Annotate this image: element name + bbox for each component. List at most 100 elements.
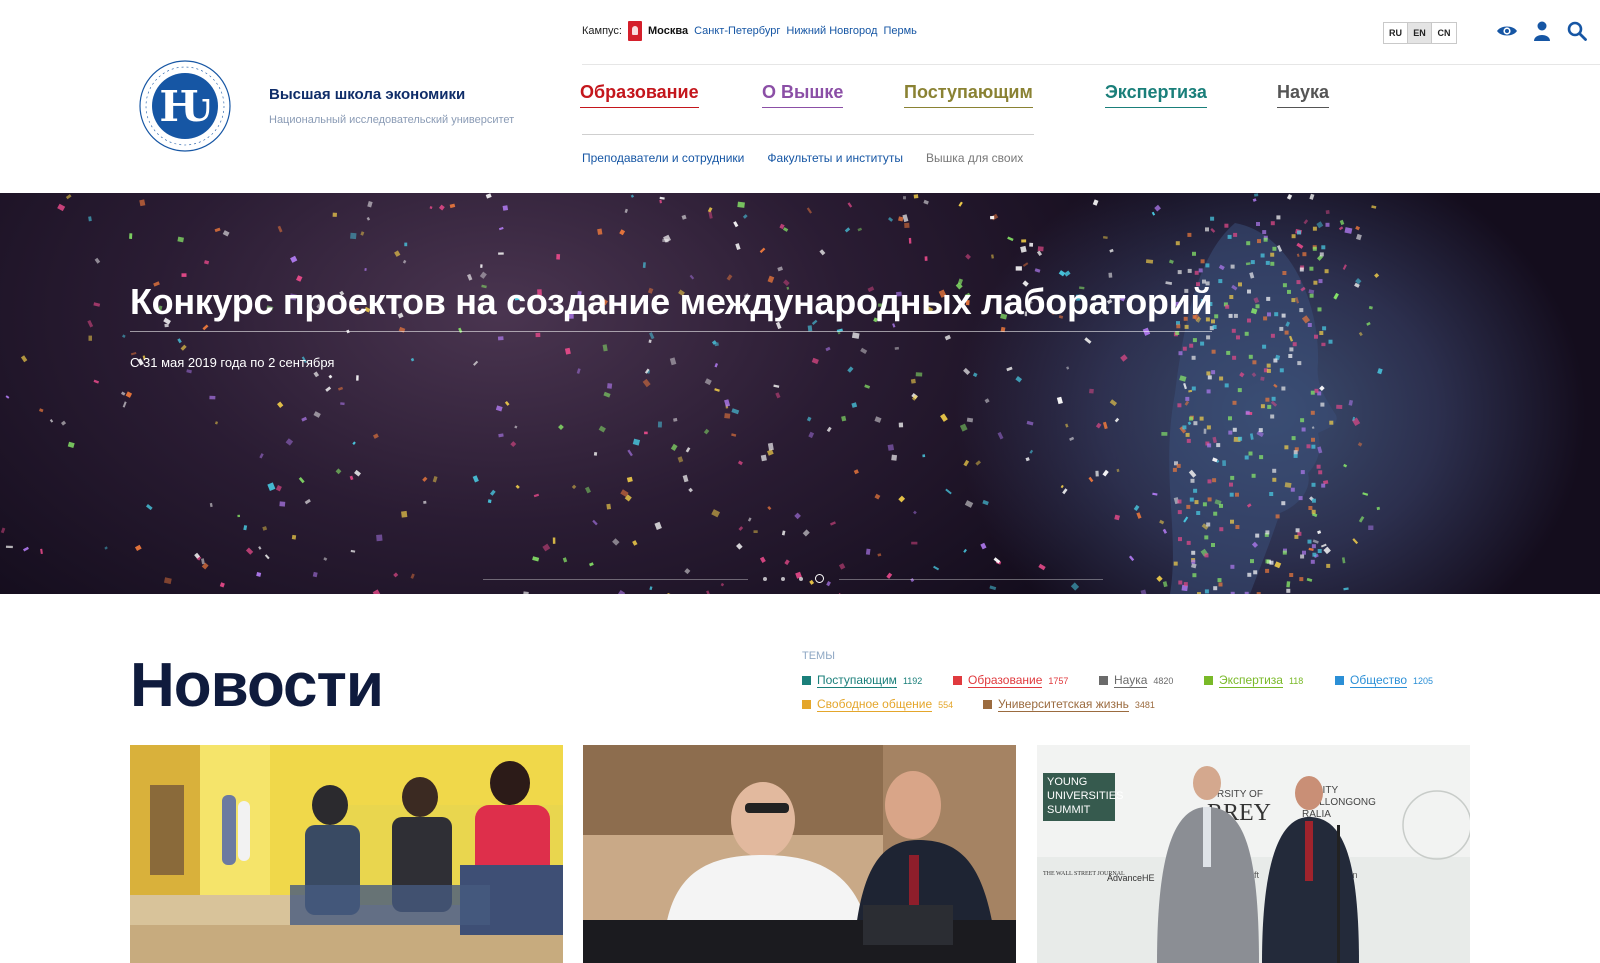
nav-applicants[interactable]: Поступающим xyxy=(904,82,1033,108)
confetti-piece xyxy=(819,249,826,256)
nav-science[interactable]: Наука xyxy=(1277,82,1330,108)
face-mosaic-piece xyxy=(1256,222,1260,226)
face-mosaic-piece xyxy=(1226,350,1231,355)
confetti-piece xyxy=(688,487,693,493)
news-card-image-summit[interactable]: YOUNG UNIVERSITIES SUMMIT RSITY OF RREY … xyxy=(1037,745,1470,963)
slider-dot-active[interactable] xyxy=(815,574,824,583)
face-mosaic-piece xyxy=(1250,559,1254,564)
face-mosaic-piece xyxy=(1191,559,1196,564)
face-mosaic-piece xyxy=(1233,232,1238,237)
face-mosaic-piece xyxy=(1311,498,1316,503)
brand-subtitle: Национальный исследовательский университ… xyxy=(269,114,515,126)
hse-logo[interactable]: Ƕ xyxy=(138,54,232,158)
nav-about[interactable]: О Вышке xyxy=(762,82,844,108)
face-mosaic-piece xyxy=(1247,289,1251,294)
hero-banner[interactable]: Конкурс проектов на создание международн… xyxy=(0,193,1600,594)
confetti-piece xyxy=(177,338,182,344)
campus-link-perm[interactable]: Пермь xyxy=(883,25,916,37)
theme-education[interactable]: Образование 1757 xyxy=(953,673,1068,688)
news-card-image-meeting[interactable] xyxy=(583,745,1016,963)
confetti-piece xyxy=(1145,259,1154,264)
face-mosaic-piece xyxy=(1199,416,1204,421)
face-mosaic-piece xyxy=(1284,445,1289,450)
face-mosaic-piece xyxy=(1317,549,1322,553)
nav-expertise[interactable]: Экспертиза xyxy=(1105,82,1207,108)
nav-divider xyxy=(582,134,1034,135)
confetti-piece xyxy=(497,336,504,341)
nav-education[interactable]: Образование xyxy=(580,82,699,108)
lang-ru[interactable]: RU xyxy=(1384,23,1408,43)
lang-cn[interactable]: CN xyxy=(1432,23,1456,43)
theme-applicants[interactable]: Поступающим 1192 xyxy=(802,673,922,688)
confetti-piece xyxy=(473,360,479,366)
slider-dot[interactable] xyxy=(799,577,803,581)
face-mosaic-piece xyxy=(1182,425,1187,430)
lang-en[interactable]: EN xyxy=(1408,23,1432,43)
theme-expertise[interactable]: Экспертиза 118 xyxy=(1204,673,1303,688)
confetti-piece xyxy=(337,386,344,391)
face-mosaic-piece xyxy=(1281,501,1286,506)
confetti-piece xyxy=(617,590,626,594)
confetti-piece xyxy=(1362,492,1369,496)
campus-link-spb[interactable]: Санкт-Петербург xyxy=(694,25,780,37)
confetti-piece xyxy=(874,493,881,500)
confetti-piece xyxy=(449,203,456,209)
confetti-piece xyxy=(1102,421,1108,430)
confetti-piece xyxy=(556,253,561,260)
confetti-piece xyxy=(997,431,1004,440)
subnav-insiders[interactable]: Вышка для своих xyxy=(926,151,1023,165)
confetti-piece xyxy=(1109,248,1114,253)
confetti-piece xyxy=(1151,211,1156,216)
banner-title[interactable]: Конкурс проектов на создание международн… xyxy=(130,281,1213,332)
theme-society[interactable]: Общество 1205 xyxy=(1335,673,1433,688)
news-heading: Новости xyxy=(130,651,384,720)
theme-science[interactable]: Наука 4820 xyxy=(1099,673,1173,688)
confetti-piece xyxy=(737,460,743,466)
confetti-piece xyxy=(504,400,510,406)
theme-university-life[interactable]: Университетская жизнь 3481 xyxy=(983,697,1155,712)
face-mosaic-piece xyxy=(1251,473,1256,478)
confetti-piece xyxy=(328,374,333,379)
confetti-piece xyxy=(323,557,328,561)
slider-dot[interactable] xyxy=(763,577,767,581)
confetti-piece xyxy=(264,554,270,560)
slider-dot[interactable] xyxy=(781,577,785,581)
confetti-piece xyxy=(913,194,919,199)
confetti-piece xyxy=(1254,193,1259,197)
confetti-piece xyxy=(564,347,571,355)
confetti-piece xyxy=(760,454,767,462)
confetti-piece xyxy=(122,401,127,408)
confetti-piece xyxy=(910,378,916,384)
subnav-staff[interactable]: Преподаватели и сотрудники xyxy=(582,151,744,165)
confetti-piece xyxy=(1355,233,1362,241)
face-mosaic-piece xyxy=(1178,351,1183,356)
search-icon[interactable] xyxy=(1566,20,1588,42)
face-mosaic-piece xyxy=(1262,230,1267,235)
campus-link-nn[interactable]: Нижний Новгород xyxy=(786,25,877,37)
confetti-piece xyxy=(422,476,428,482)
confetti-piece xyxy=(737,201,745,208)
main-navigation: Образование О Вышке Поступающим Эксперти… xyxy=(580,82,1340,112)
brand-title[interactable]: Высшая школа экономики xyxy=(269,86,465,103)
user-icon[interactable] xyxy=(1531,20,1553,42)
theme-label: Общество xyxy=(1350,673,1408,688)
confetti-piece xyxy=(20,355,28,363)
news-card-image-students[interactable] xyxy=(130,745,563,963)
eye-icon[interactable] xyxy=(1496,20,1518,42)
confetti-piece xyxy=(177,236,184,243)
theme-free-talk[interactable]: Свободное общение 554 xyxy=(802,697,953,712)
confetti-piece xyxy=(1034,268,1041,273)
confetti-piece xyxy=(706,590,711,594)
confetti-piece xyxy=(593,452,598,456)
confetti-piece xyxy=(1296,242,1304,249)
subnav-faculties[interactable]: Факультеты и институты xyxy=(767,151,903,165)
face-mosaic-piece xyxy=(1228,313,1233,318)
face-mosaic-piece xyxy=(1192,251,1196,256)
confetti-piece xyxy=(1210,228,1216,233)
confetti-piece xyxy=(837,332,841,335)
confetti-piece xyxy=(1114,417,1120,423)
face-mosaic-piece xyxy=(1302,550,1306,555)
face-mosaic-piece xyxy=(1311,444,1316,449)
theme-count: 1757 xyxy=(1048,675,1069,686)
confetti-piece xyxy=(267,482,276,492)
